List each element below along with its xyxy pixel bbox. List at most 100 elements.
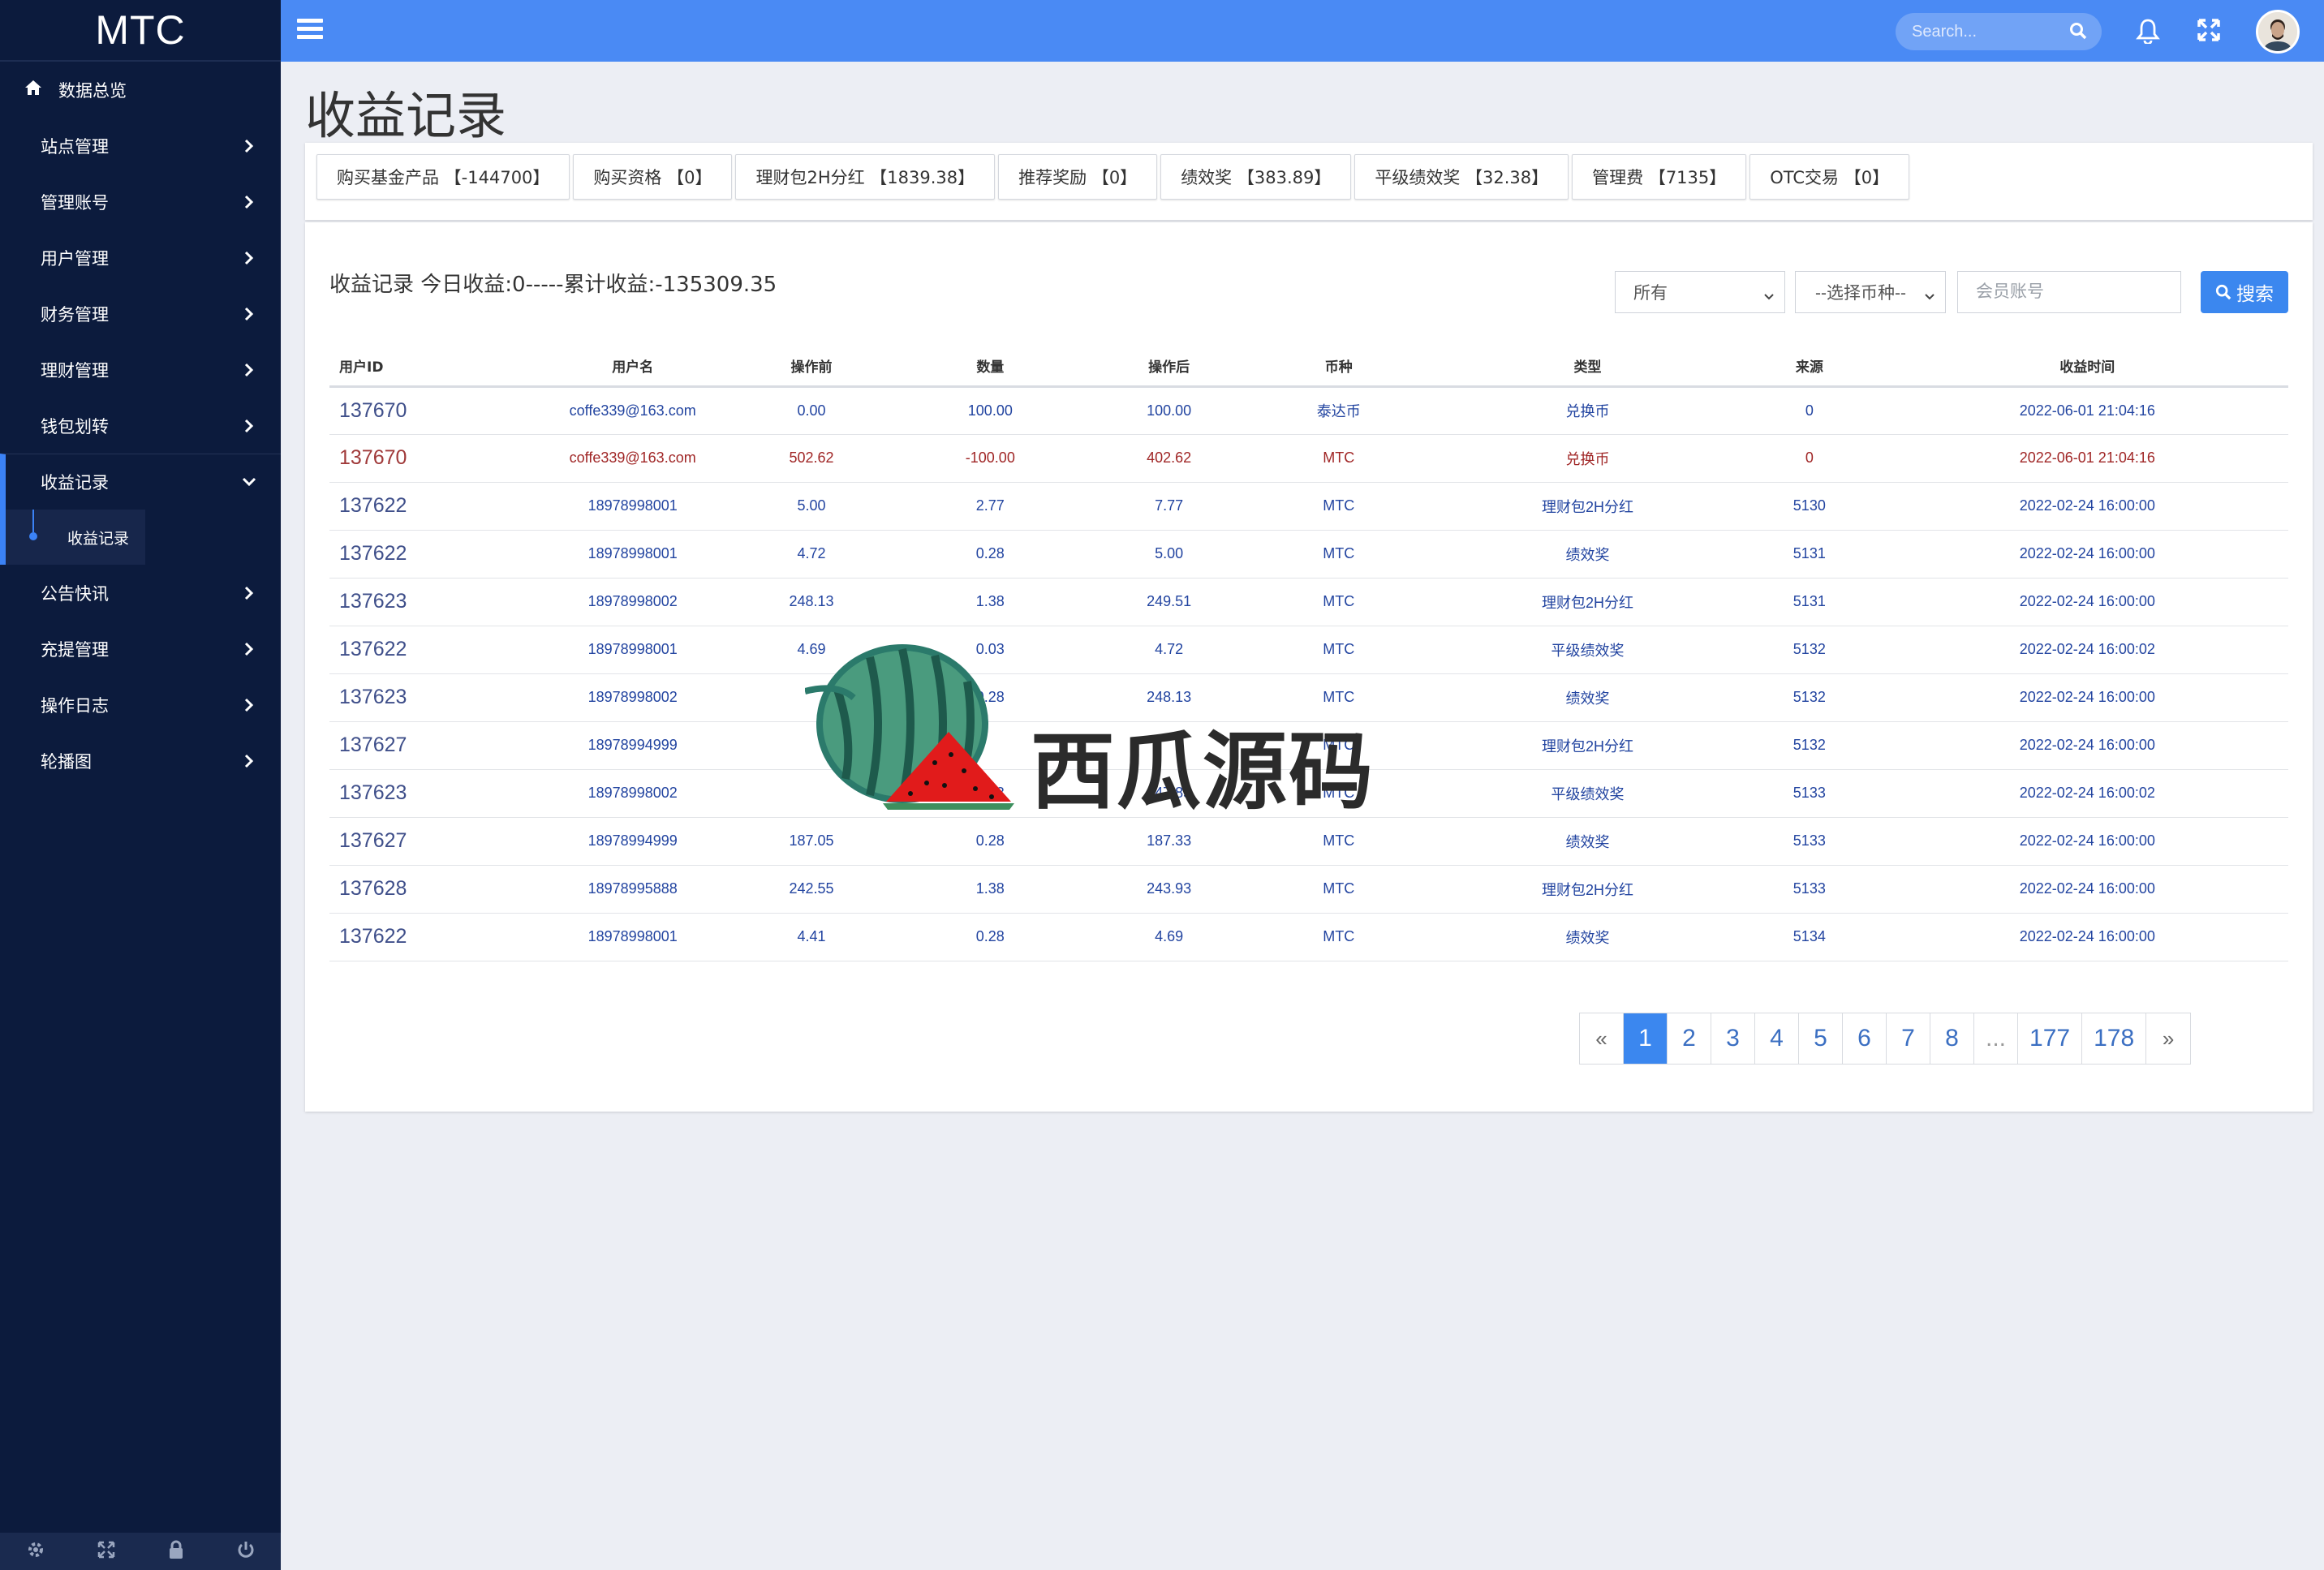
table-row[interactable]: 137670 coffe339@163.com 0.00 100.00 100.00 泰达… <box>329 386 2288 435</box>
scope-select[interactable]: 所有 <box>1615 271 1785 313</box>
sidebar-item[interactable]: 钱包划转 <box>0 398 281 454</box>
table-cell: 402.62 <box>1103 434 1235 483</box>
table-cell: 2022-02-24 16:00:00 <box>1886 578 2288 626</box>
table-cell: 1.38 <box>876 865 1104 914</box>
category-tabs-card: 购买基金产品 【-144700】 购买资格 【0】 理财包2H分红 【1839.38… <box>305 143 2313 220</box>
category-tab[interactable]: 购买资格 【0】 <box>573 154 733 200</box>
sidebar-item[interactable]: 站点管理 <box>0 118 281 174</box>
sidebar-subitem-earnings-records[interactable]: 收益记录 <box>0 510 281 565</box>
table-row[interactable]: 137622 18978998001 4.41 0.28 4.69 MTC 绩效奖 5134 2… <box>329 913 2288 961</box>
table-cell: 18978998001 <box>519 626 747 674</box>
table-cell: MTC <box>1234 578 1444 626</box>
bell-icon[interactable] <box>2136 18 2160 47</box>
table-cell: 4.72 <box>746 530 877 579</box>
sidebar: MTC 数据总览 站点管理 管理账号 用户管理 财务管理 理财管理 钱包划转 收益记录 收… <box>0 0 281 1570</box>
category-tab[interactable]: 推荐奖励 【0】 <box>998 154 1158 200</box>
page-button[interactable]: 7 <box>1887 1013 1930 1064</box>
category-tab[interactable]: 购买基金产品 【-144700】 <box>316 154 570 200</box>
sidebar-item[interactable]: 财务管理 <box>0 286 281 342</box>
account-field-wrapper <box>1957 271 2181 313</box>
table-cell: 18978998001 <box>519 913 747 961</box>
table-cell: 平级绩效奖 <box>1443 626 1733 674</box>
table-cell: 2022-02-24 16:00:00 <box>1886 721 2288 770</box>
table-cell: 137628 <box>329 865 520 914</box>
page-button[interactable]: 178 <box>2082 1013 2147 1064</box>
column-header[interactable]: 类型 <box>1443 346 1733 388</box>
page-button[interactable]: 1 <box>1624 1013 1668 1064</box>
page-button[interactable]: 8 <box>1930 1013 1974 1064</box>
prev-page-button[interactable]: « <box>1580 1013 1624 1064</box>
sidebar-item[interactable]: 操作日志 <box>0 677 281 733</box>
column-header[interactable]: 币种 <box>1234 346 1444 388</box>
table-cell: 137622 <box>329 482 520 531</box>
column-header[interactable]: 数量 <box>876 346 1104 388</box>
currency-select[interactable]: --选择币种-- <box>1795 271 1946 313</box>
table-cell: 理财包2H分红 <box>1443 482 1733 531</box>
search-input[interactable] <box>1896 13 2042 50</box>
sidebar-item[interactable]: 轮播图 <box>0 733 281 789</box>
category-tab[interactable]: 绩效奖 【383.89】 <box>1160 154 1352 200</box>
table-cell: 137627 <box>329 721 520 770</box>
sidebar-item[interactable]: 管理账号 <box>0 174 281 230</box>
table-cell: 243.93 <box>1103 865 1235 914</box>
brand-logo[interactable]: MTC <box>0 0 281 62</box>
chevron-right-icon <box>239 247 260 269</box>
table-row[interactable]: 137622 18978998001 4.72 0.28 5.00 MTC 绩效奖 5131 2… <box>329 530 2288 579</box>
account-input[interactable] <box>1974 272 2180 312</box>
sidebar-item-label: 数据总览 <box>58 80 127 101</box>
table-cell: MTC <box>1234 482 1444 531</box>
page-button[interactable]: 5 <box>1799 1013 1843 1064</box>
page-button[interactable]: 4 <box>1755 1013 1799 1064</box>
gear-icon[interactable] <box>26 1540 45 1563</box>
table-cell: 137622 <box>329 530 520 579</box>
sidebar-item[interactable]: 充提管理 <box>0 621 281 677</box>
table-cell: 137623 <box>329 769 520 818</box>
sidebar-item[interactable]: 公告快讯 <box>0 565 281 621</box>
table-row[interactable]: 137628 18978995888 242.55 1.38 243.93 MTC 理财包2… <box>329 865 2288 914</box>
table-cell: 绩效奖 <box>1443 673 1733 722</box>
chevron-down-icon <box>239 471 260 493</box>
table-cell: 2022-02-24 16:00:00 <box>1886 673 2288 722</box>
fullscreen-toggle-icon[interactable] <box>2197 18 2221 45</box>
page-button[interactable]: 3 <box>1711 1013 1755 1064</box>
table-cell: 4.41 <box>746 913 877 961</box>
table-row[interactable]: 137623 18978998002 248.13 1.38 249.51 MTC 理财包2… <box>329 578 2288 626</box>
category-tab[interactable]: 理财包2H分红 【1839.38】 <box>735 154 996 200</box>
sidebar-item-earnings[interactable]: 收益记录 <box>0 454 281 510</box>
home-icon <box>24 80 42 100</box>
table-cell: 2022-02-24 16:00:02 <box>1886 626 2288 674</box>
page-button[interactable]: 2 <box>1668 1013 1711 1064</box>
column-header[interactable]: 操作后 <box>1103 346 1235 388</box>
category-tab[interactable]: 管理费 【7135】 <box>1572 154 1747 200</box>
chevron-down-icon <box>1924 286 1935 306</box>
table-cell: 137622 <box>329 913 520 961</box>
page-button[interactable]: 6 <box>1843 1013 1887 1064</box>
sidebar-item-dashboard[interactable]: 数据总览 <box>0 62 281 118</box>
page-button: ... <box>1974 1013 2019 1064</box>
category-tab[interactable]: 平级绩效奖 【32.38】 <box>1354 154 1569 200</box>
watermark-text: 西瓜源码 <box>1031 722 1375 821</box>
power-icon[interactable] <box>236 1540 256 1563</box>
column-header[interactable]: 收益时间 <box>1886 346 2288 388</box>
next-page-button[interactable]: » <box>2146 1013 2191 1064</box>
column-header[interactable]: 来源 <box>1732 346 1887 388</box>
category-tab[interactable]: OTC交易 【0】 <box>1749 154 1910 200</box>
table-cell: 18978998002 <box>519 769 747 818</box>
table-cell: 1.38 <box>876 578 1104 626</box>
table-row[interactable]: 137622 18978998001 5.00 2.77 7.77 MTC 理财包2H分红 5… <box>329 482 2288 531</box>
page-button[interactable]: 177 <box>2018 1013 2083 1064</box>
search-button[interactable]: 搜索 <box>2201 271 2288 313</box>
menu-toggle-icon[interactable] <box>295 16 328 45</box>
column-header[interactable]: 用户ID <box>329 346 520 388</box>
lock-icon[interactable] <box>167 1540 185 1563</box>
chevron-down-icon <box>1763 286 1775 306</box>
table-cell: MTC <box>1234 913 1444 961</box>
fullscreen-icon[interactable] <box>97 1540 116 1563</box>
user-avatar[interactable] <box>2256 10 2300 54</box>
column-header[interactable]: 用户名 <box>519 346 747 388</box>
table-row[interactable]: 137670 coffe339@163.com 502.62 -100.00 402.6… <box>329 434 2288 483</box>
search-icon[interactable] <box>2069 22 2087 43</box>
column-header[interactable]: 操作前 <box>746 346 877 388</box>
sidebar-item[interactable]: 理财管理 <box>0 342 281 398</box>
sidebar-item[interactable]: 用户管理 <box>0 230 281 286</box>
